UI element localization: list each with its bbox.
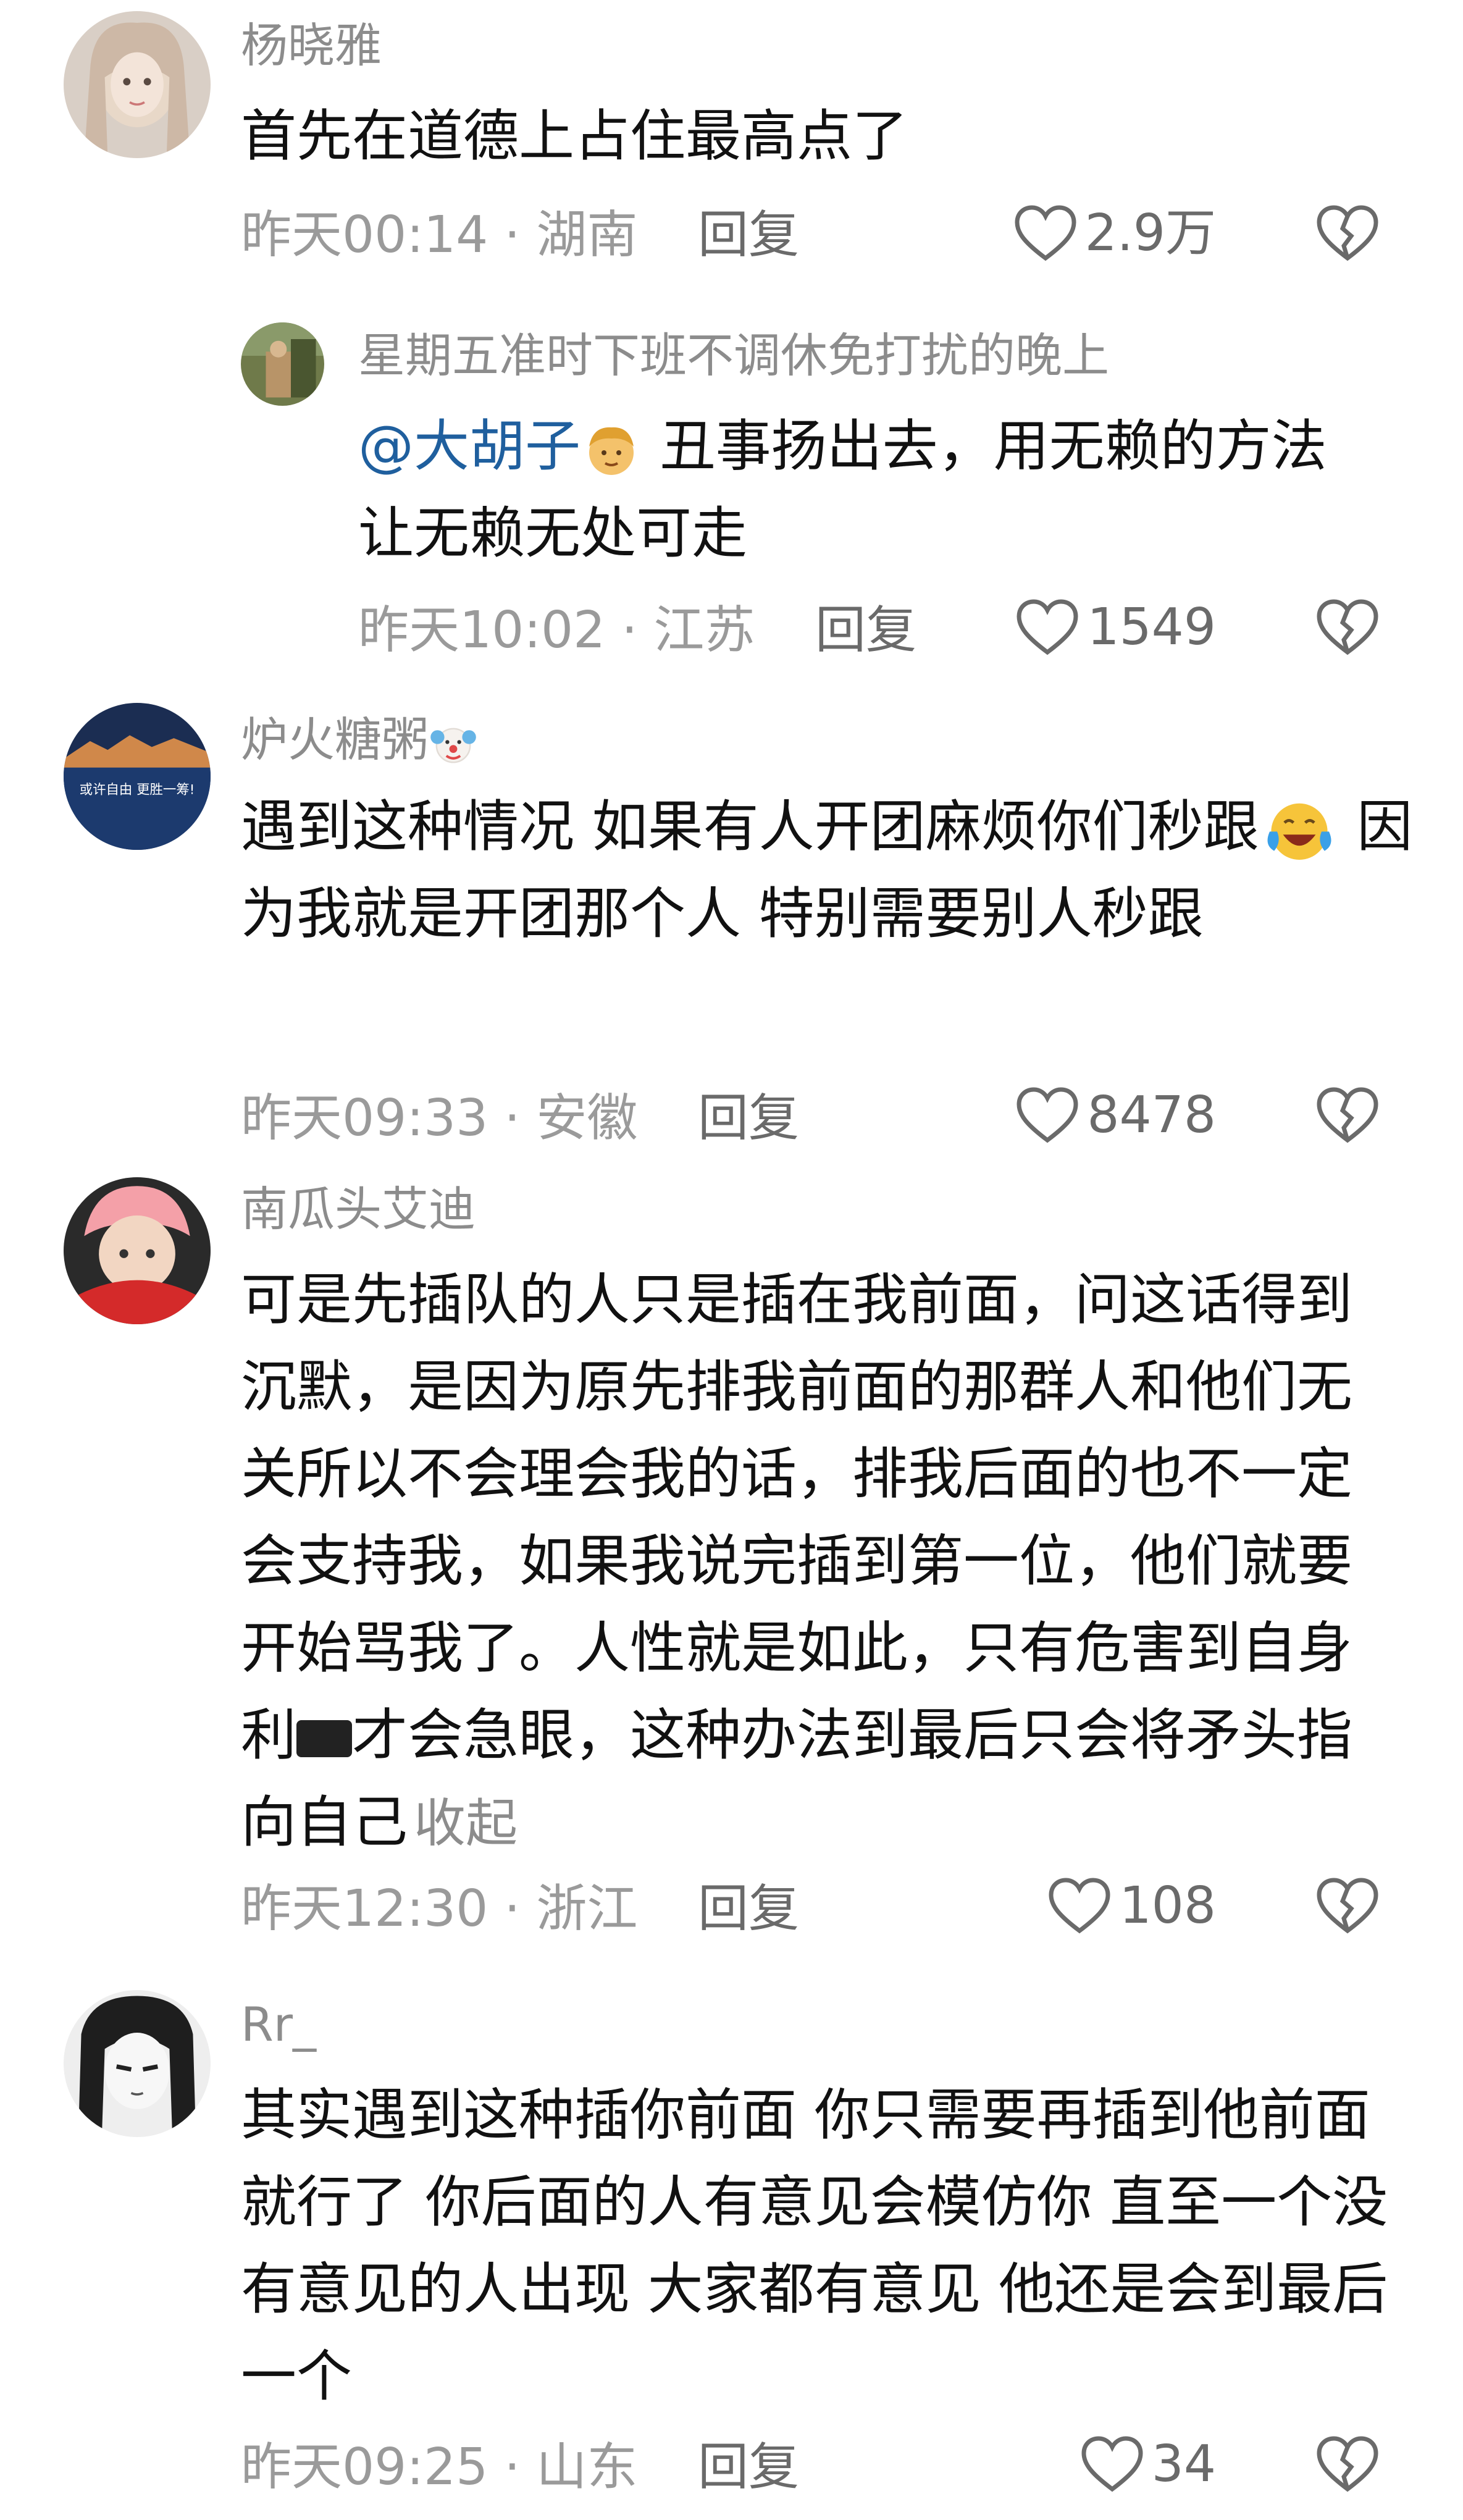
timestamp: 昨天12:30 — [241, 1880, 488, 1938]
comment-meta: 昨天09:25 · 山东 — [241, 2442, 637, 2493]
comment-meta: 昨天10:02 · 江苏 — [358, 605, 755, 656]
heart-outline-icon — [1015, 205, 1076, 261]
broken-heart-icon[interactable] — [1315, 2435, 1380, 2494]
avatar[interactable] — [64, 11, 211, 158]
comment-text: 遇到这种情况 如果有人开团麻烦你们秒跟 因为我就是开团那个人 特别需要别人秒跟 — [241, 783, 1414, 957]
avatar[interactable] — [241, 322, 324, 406]
location: 山东 — [536, 2438, 638, 2497]
like-count: 8478 — [1087, 1086, 1216, 1144]
clown-emoji-icon — [429, 718, 478, 768]
heart-outline-icon — [1017, 599, 1078, 655]
location: 安徽 — [536, 1089, 638, 1148]
like-button[interactable]: 8478 — [1015, 1086, 1216, 1145]
location: 浙江 — [536, 1880, 638, 1938]
comment-body-continued: 才会急眼，这种办法到最后只会将矛头指向自己 — [241, 1703, 1352, 1855]
collapse-button[interactable]: 收起 — [414, 1793, 518, 1854]
comment-text: 首先在道德上占住最高点了 — [241, 104, 908, 169]
separator: · — [504, 1880, 521, 1938]
man-emoji-icon — [581, 419, 642, 481]
comment-meta: 昨天00:14 · 湖南 — [241, 210, 637, 261]
like-button[interactable]: 1549 — [1015, 598, 1216, 657]
like-count: 108 — [1119, 1876, 1216, 1935]
broken-heart-icon[interactable] — [1315, 1086, 1380, 1145]
location: 湖南 — [536, 206, 638, 264]
like-button[interactable]: 2.9万 — [1013, 204, 1216, 263]
broken-heart-icon[interactable] — [1315, 598, 1380, 657]
like-button[interactable]: 108 — [1047, 1876, 1216, 1936]
separator: · — [504, 206, 521, 264]
comment-meta: 昨天09:33 · 安徽 — [241, 1093, 637, 1144]
comment-text: @大胡子 丑事扬出去，用无赖的方法让无赖无处可走 — [358, 403, 1371, 577]
timestamp: 昨天10:02 — [358, 601, 606, 660]
username[interactable]: 炉火糖粥 — [241, 716, 478, 768]
redaction-mark — [296, 1720, 352, 1758]
like-count: 2.9万 — [1084, 204, 1216, 262]
separator: · — [621, 601, 638, 660]
reply-button[interactable]: 回复 — [815, 605, 916, 656]
username[interactable]: 南瓜头艾迪 — [241, 1186, 476, 1233]
reply-button[interactable]: 回复 — [698, 2442, 799, 2493]
comment-body: 可是先插队的人只是插在我前面，问这话得到沉默，是因为原先排我前面的那群人和他们无… — [241, 1267, 1352, 1768]
comment-body: 遇到这种情况 如果有人开团麻烦你们秒跟 — [241, 794, 1259, 859]
avatar[interactable] — [64, 1177, 211, 1324]
timestamp: 昨天09:25 — [241, 2438, 488, 2497]
heart-outline-icon — [1081, 2436, 1143, 2492]
avatar-caption: 或许自由 更胜一筹! — [80, 783, 195, 798]
like-count: 1549 — [1087, 598, 1216, 657]
username-text: 炉火糖粥 — [241, 712, 429, 767]
location: 江苏 — [653, 601, 755, 660]
separator: · — [504, 2438, 521, 2497]
broken-heart-icon[interactable] — [1315, 1876, 1380, 1936]
comment-meta: 昨天12:30 · 浙江 — [241, 1884, 637, 1934]
like-button[interactable]: 34 — [1080, 2435, 1216, 2494]
laughing-crying-emoji-icon — [1259, 793, 1339, 867]
heart-outline-icon — [1049, 1878, 1110, 1934]
heart-outline-icon — [1017, 1087, 1078, 1143]
broken-heart-icon[interactable] — [1315, 204, 1380, 263]
avatar[interactable]: 或许自由 更胜一筹! — [64, 703, 211, 850]
username[interactable]: 杨晓雅 — [241, 22, 382, 69]
timestamp: 昨天09:33 — [241, 1089, 488, 1148]
like-count: 34 — [1151, 2435, 1216, 2493]
timestamp: 昨天00:14 — [241, 206, 488, 264]
username[interactable]: Rr_ — [241, 2001, 316, 2048]
comment-text: 其实遇到这种插你前面 你只需要再插到他前面就行了 你后面的人有意见会模仿你 直至… — [241, 2083, 1388, 2409]
mention-link[interactable]: @大胡子 — [358, 414, 581, 479]
reply-button[interactable]: 回复 — [698, 1884, 799, 1934]
reply-button[interactable]: 回复 — [698, 210, 799, 261]
username[interactable]: 星期五准时下班不调休免打扰的晚上 — [358, 332, 1109, 379]
reply-button[interactable]: 回复 — [698, 1093, 799, 1144]
separator: · — [504, 1089, 521, 1148]
comment-text: 可是先插队的人只是插在我前面，问这话得到沉默，是因为原先排我前面的那群人和他们无… — [241, 1256, 1390, 1867]
avatar[interactable] — [64, 1990, 211, 2137]
